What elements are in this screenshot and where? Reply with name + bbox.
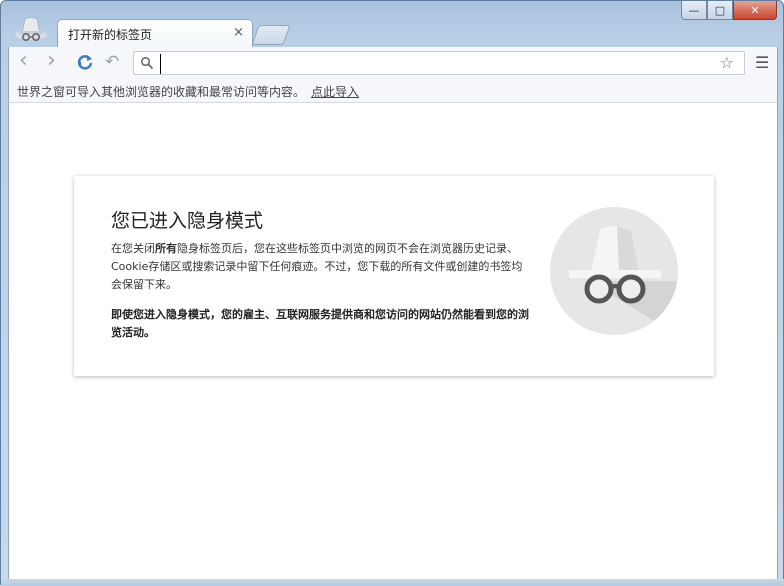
incognito-warning: 即使您进入隐身模式，您的雇主、互联网服务提供商和您访问的网站仍然能看到您的浏览活… (111, 308, 529, 339)
desc-part-a: 在您关闭 (111, 242, 155, 255)
incognito-avatar-icon (15, 17, 47, 41)
page-content: 您已进入隐身模式 在您关闭所有隐身标签页后，您在这些标签页中浏览的网页不会在浏览… (8, 103, 778, 579)
incognito-spy-icon (550, 207, 678, 335)
search-icon (140, 56, 154, 70)
desc-bold: 所有 (155, 242, 177, 255)
page-title: 您已进入隐身模式 (111, 210, 264, 232)
window-controls: — □ ✕ (681, 1, 777, 21)
tab-new-tab[interactable]: 打开新的标签页 × (57, 19, 253, 47)
toolbar: ‹ › ↶ ☆ ☰ (8, 47, 778, 79)
menu-icon[interactable]: ☰ (755, 53, 769, 72)
import-link[interactable]: 点此导入 (311, 83, 359, 100)
tab-close-icon[interactable]: × (233, 25, 244, 40)
incognito-description: 在您关闭所有隐身标签页后，您在这些标签页中浏览的网页不会在浏览器历史记录、Coo… (111, 240, 531, 294)
close-window-button[interactable]: ✕ (733, 1, 777, 20)
bookmark-star-icon[interactable]: ☆ (720, 53, 734, 72)
undo-icon[interactable]: ↶ (105, 52, 119, 72)
title-bar: 打开新的标签页 × — □ ✕ (1, 1, 783, 47)
reload-icon[interactable] (75, 52, 95, 72)
forward-button[interactable]: › (47, 48, 56, 73)
address-input[interactable] (160, 54, 705, 74)
tab-title: 打开新的标签页 (68, 28, 153, 42)
incognito-card: 您已进入隐身模式 在您关闭所有隐身标签页后，您在这些标签页中浏览的网页不会在浏览… (74, 176, 714, 376)
import-prompt: 世界之窗可导入其他浏览器的收藏和最常访问等内容。 (17, 85, 306, 99)
maximize-button[interactable]: □ (707, 1, 733, 20)
new-tab-button[interactable] (251, 25, 291, 45)
browser-window: 打开新的标签页 × — □ ✕ ‹ › ↶ ☆ ☰ 世界之窗可导入其他浏览器的收… (0, 0, 784, 586)
bookmarks-bar: 世界之窗可导入其他浏览器的收藏和最常访问等内容。 点此导入 (8, 79, 778, 103)
minimize-button[interactable]: — (681, 1, 707, 20)
omnibox[interactable]: ☆ (133, 51, 745, 75)
back-button[interactable]: ‹ (19, 48, 28, 73)
